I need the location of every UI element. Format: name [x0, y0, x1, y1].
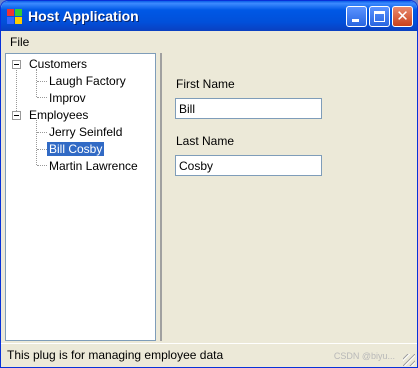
tree-node-bill-cosby[interactable]: Bill Cosby — [47, 142, 105, 156]
tree-node-employees[interactable]: Employees — [29, 108, 88, 122]
app-icon — [7, 9, 23, 25]
close-button[interactable]: ✕ — [392, 6, 413, 27]
status-bar: This plug is for managing employee data … — [1, 343, 417, 367]
minimize-button[interactable] — [346, 6, 367, 27]
menu-bar: File — [4, 32, 414, 52]
close-icon: ✕ — [396, 8, 409, 25]
tree-node-laugh-factory[interactable]: Laugh Factory — [49, 74, 126, 88]
tree-node-improv[interactable]: Improv — [49, 91, 86, 105]
tree-line — [36, 120, 37, 165]
host-application-window: Host Application ✕ File Customers Laugh … — [0, 0, 418, 368]
tree-line — [37, 81, 47, 82]
first-name-label: First Name — [176, 77, 235, 91]
last-name-label: Last Name — [176, 134, 235, 148]
menu-file[interactable]: File — [10, 35, 29, 49]
tree-view[interactable]: Customers Laugh Factory Improv Employees… — [5, 53, 156, 341]
tree-line — [37, 132, 47, 133]
maximize-button[interactable] — [369, 6, 390, 27]
watermark: CSDN @biyu... — [333, 351, 395, 361]
title-bar[interactable]: Host Application ✕ — [1, 1, 417, 31]
tree-line — [37, 149, 47, 150]
status-text: This plug is for managing employee data — [7, 348, 224, 362]
window-title: Host Application — [28, 8, 139, 24]
tree-line — [36, 69, 37, 97]
tree-line — [37, 165, 47, 166]
resize-grip-icon[interactable] — [403, 354, 415, 366]
tree-node-customers[interactable]: Customers — [29, 57, 87, 71]
last-name-field[interactable] — [175, 155, 322, 176]
maximize-icon — [374, 11, 385, 22]
tree-node-jerry-seinfeld[interactable]: Jerry Seinfeld — [49, 125, 122, 139]
first-name-field[interactable] — [175, 98, 322, 119]
details-panel: First Name Last Name — [160, 53, 413, 341]
minimize-icon — [352, 19, 359, 22]
tree-line — [37, 97, 47, 98]
tree-node-martin-lawrence[interactable]: Martin Lawrence — [49, 159, 138, 173]
collapse-icon[interactable] — [12, 60, 21, 69]
collapse-icon[interactable] — [12, 111, 21, 120]
